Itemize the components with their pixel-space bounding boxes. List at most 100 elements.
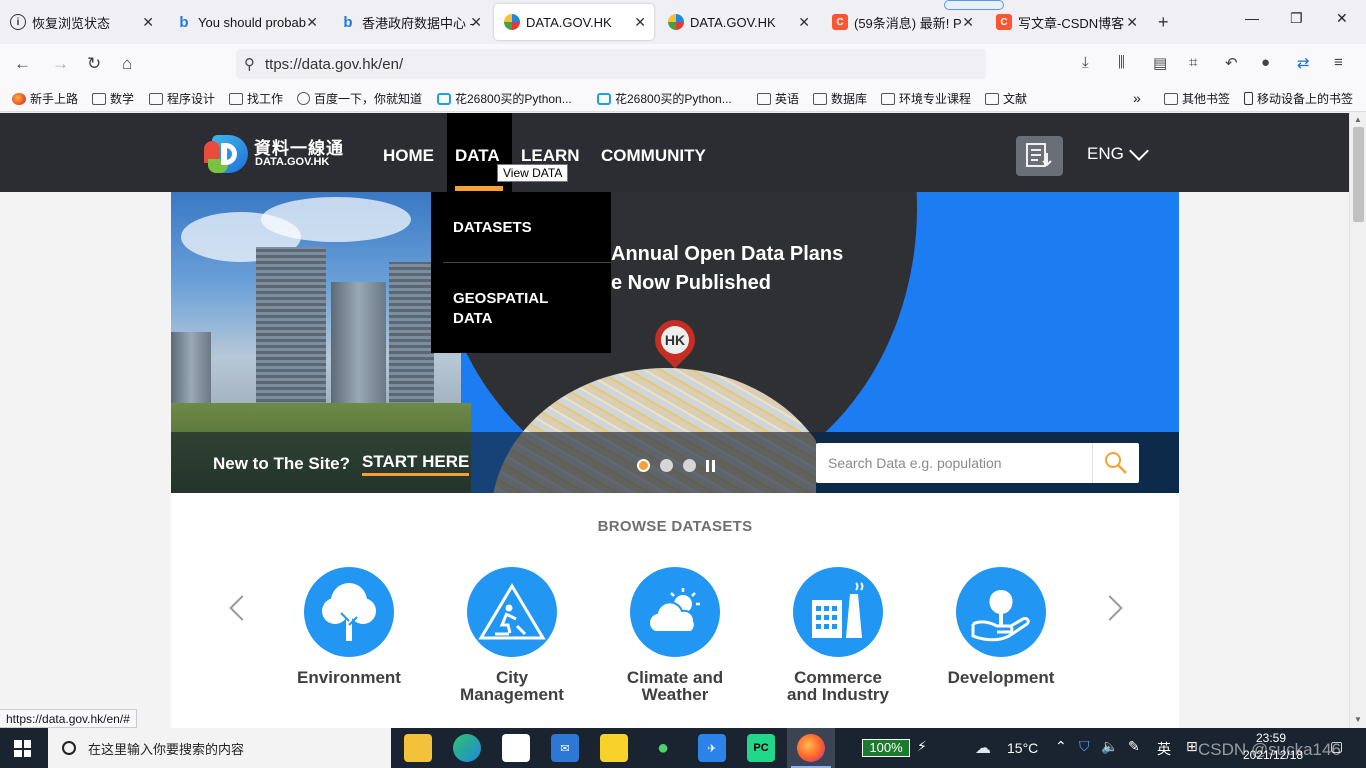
close-icon[interactable]: ✕ — [798, 14, 810, 31]
shield-icon[interactable]: ⛉ — [1079, 738, 1090, 755]
windows-start-icon[interactable] — [14, 740, 31, 757]
bookmark-folder[interactable]: 环境专业课程 — [881, 90, 971, 107]
ime-language[interactable]: 英 — [1157, 739, 1171, 759]
new-tab-plus-icon[interactable]: + — [1158, 12, 1169, 33]
sync-icon[interactable]: ⇄ — [1297, 54, 1310, 72]
temperature-label[interactable]: 15°C — [1007, 740, 1038, 756]
minimize-icon[interactable]: — — [1245, 10, 1259, 26]
browser-tab-bing-1[interactable]: b You should probab ✕ — [166, 4, 326, 40]
hamburger-menu-icon[interactable]: ≡ — [1334, 54, 1343, 71]
bookmark-item[interactable]: 新手上路 — [12, 90, 78, 107]
close-icon[interactable]: ✕ — [634, 14, 646, 31]
download-list-button[interactable] — [1016, 136, 1063, 176]
bookmark-folder[interactable]: 其他书签 — [1164, 90, 1230, 107]
wechat-icon[interactable]: ● — [649, 734, 677, 762]
category-city-management[interactable]: City Management — [437, 567, 587, 703]
nav-community[interactable]: COMMUNITY — [601, 146, 706, 166]
browser-tab-csdn-1[interactable]: C (59条消息) 最新! P ✕ — [822, 4, 982, 40]
lark-icon[interactable]: ✈ — [698, 734, 726, 762]
firefox-taskbar-icon[interactable] — [791, 734, 831, 768]
sidebar-icon[interactable]: ▤ — [1153, 54, 1167, 72]
start-here-link[interactable]: START HERE — [362, 452, 470, 476]
battery-indicator[interactable]: 100% — [862, 739, 910, 757]
reload-icon[interactable]: ↻ — [87, 54, 101, 74]
bookmark-folder[interactable]: 数学 — [92, 90, 134, 107]
language-label: ENG — [1087, 144, 1124, 163]
close-icon[interactable]: ✕ — [962, 14, 974, 31]
carousel-dot-1[interactable] — [637, 459, 650, 472]
undo-arrow-icon[interactable]: ↶ — [1225, 54, 1238, 72]
mail-icon[interactable]: ✉ — [551, 734, 579, 762]
mobile-device-icon — [1244, 92, 1253, 105]
language-selector[interactable]: ENG — [1087, 140, 1149, 164]
more-bookmarks-chevron-icon[interactable]: » — [1133, 90, 1141, 106]
bilibili-icon — [437, 92, 451, 105]
close-icon[interactable]: ✕ — [142, 14, 154, 31]
restore-window-icon[interactable]: ❐ — [1290, 10, 1303, 27]
carousel-dot-3[interactable] — [683, 459, 696, 472]
pycharm-icon[interactable]: PC — [747, 734, 775, 762]
site-logo[interactable]: 資料一線通 DATA.GOV.HK — [204, 131, 344, 177]
store-icon[interactable] — [502, 734, 530, 762]
carousel-dot-2[interactable] — [660, 459, 673, 472]
keyboard-grid-icon[interactable]: ⊞ — [1186, 738, 1198, 755]
chevron-right-icon[interactable] — [1097, 595, 1123, 621]
close-icon[interactable]: ✕ — [1126, 14, 1138, 31]
bookmark-item[interactable]: 花26800买的Python... — [597, 90, 732, 107]
close-window-icon[interactable]: ✕ — [1336, 10, 1348, 27]
library-icon[interactable]: ⫼ — [1118, 54, 1125, 71]
chevron-left-icon[interactable] — [229, 595, 255, 621]
category-commerce-industry[interactable]: Commerce and Industry — [763, 567, 913, 703]
screenshot-crop-icon[interactable]: ⌗ — [1189, 54, 1197, 71]
dropdown-item-geospatial-data[interactable]: GEOSPATIAL DATA — [453, 289, 548, 329]
bookmark-item[interactable]: 百度一下，你就知道 — [297, 90, 422, 107]
volume-icon[interactable]: 🔈 — [1101, 738, 1118, 755]
back-arrow-icon[interactable]: ← — [14, 54, 31, 74]
logo-english-text: DATA.GOV.HK — [255, 156, 330, 168]
category-development[interactable]: Development — [926, 567, 1076, 686]
category-environment[interactable]: Environment — [274, 567, 424, 686]
home-icon[interactable]: ⌂ — [122, 54, 132, 74]
bookmark-folder[interactable]: 英语 — [757, 90, 799, 107]
chevron-up-icon[interactable]: ⌃ — [1055, 738, 1067, 755]
browser-tab-datagovhk[interactable]: DATA.GOV.HK ✕ — [658, 4, 818, 40]
browser-tab-datagovhk-active[interactable]: DATA.GOV.HK ✕ — [494, 4, 654, 40]
pause-icon[interactable] — [706, 459, 715, 472]
pen-icon[interactable]: ✎ — [1128, 738, 1140, 755]
dropdown-item-datasets[interactable]: DATASETS — [453, 218, 532, 238]
nav-data[interactable]: DATA — [455, 146, 500, 166]
bookmark-item[interactable]: 花26800买的Python... — [437, 90, 572, 107]
bookmark-folder[interactable]: 程序设计 — [149, 90, 215, 107]
page-scrollbar[interactable]: ▲ ▼ — [1349, 113, 1366, 728]
forward-arrow-icon[interactable]: → — [52, 54, 69, 74]
nav-home[interactable]: HOME — [383, 146, 434, 166]
bilibili-icon — [597, 92, 611, 105]
bookmark-folder[interactable]: 找工作 — [229, 90, 283, 107]
link-status-bar: https://data.gov.hk/en/# — [0, 709, 137, 728]
dataset-search-input[interactable] — [816, 443, 1092, 483]
close-icon[interactable]: ✕ — [306, 14, 318, 31]
taskbar-search[interactable]: 在这里输入你要搜索的内容 — [48, 728, 391, 768]
edge-icon[interactable] — [453, 734, 481, 762]
category-climate-weather[interactable]: Climate and Weather — [600, 567, 750, 703]
scrollbar-thumb[interactable] — [1353, 127, 1364, 222]
file-explorer-icon[interactable] — [404, 734, 432, 762]
browser-tab-restore[interactable]: i 恢复浏览状态 ✕ — [0, 4, 162, 40]
scroll-down-arrow-icon[interactable]: ▼ — [1354, 715, 1362, 724]
address-bar[interactable]: ⚲ ttps://data.gov.hk/en/ — [236, 49, 986, 79]
bookmark-folder[interactable]: 数据库 — [813, 90, 867, 107]
browser-tab-csdn-2[interactable]: C 写文章-CSDN博客 ✕ — [986, 4, 1146, 40]
bookmark-folder[interactable]: 文献 — [985, 90, 1027, 107]
browser-tab-bing-2[interactable]: b 香港政府数据中心 - ✕ — [330, 4, 490, 40]
scroll-up-arrow-icon[interactable]: ▲ — [1354, 115, 1362, 124]
nav-learn[interactable]: LEARN — [521, 146, 580, 166]
search-button[interactable] — [1092, 443, 1139, 483]
sticky-notes-icon[interactable] — [600, 734, 628, 762]
extension-icon[interactable]: ● — [1261, 54, 1270, 71]
close-icon[interactable]: ✕ — [470, 14, 482, 31]
bookmark-folder[interactable]: 移动设备上的书签 — [1244, 90, 1353, 107]
downloads-icon[interactable]: ⤓ — [1082, 54, 1089, 71]
tab-label: 恢复浏览状态 — [32, 15, 111, 31]
tab-label: (59条消息) 最新! P — [854, 15, 962, 31]
hero-banner[interactable]: HK Annual Open Data Plans e Now Publishe… — [171, 192, 1179, 493]
